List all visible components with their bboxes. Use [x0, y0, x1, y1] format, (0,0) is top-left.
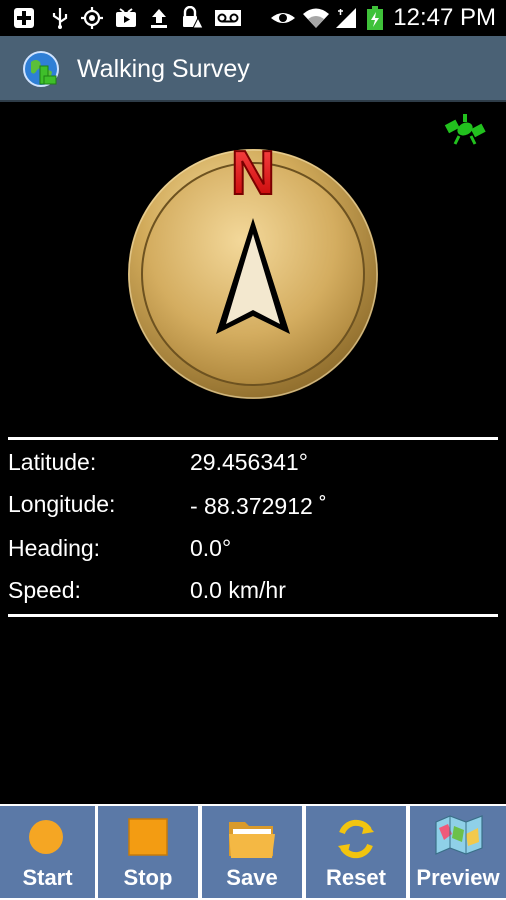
start-button[interactable]: Start [0, 806, 95, 898]
latitude-value: 29.456341° [190, 449, 308, 475]
app-title: Walking Survey [77, 55, 250, 83]
youtube-icon [116, 8, 136, 27]
clock-time: 12:47 PM [393, 4, 496, 31]
gps-icon [81, 7, 103, 29]
wifi-icon [303, 8, 329, 28]
reset-label: Reset [326, 865, 386, 890]
action-bar: Walking Survey [0, 36, 506, 102]
eye-icon [271, 13, 295, 23]
bottom-divider [8, 614, 498, 617]
longitude-label: Longitude: [8, 491, 116, 517]
usb-icon [52, 8, 68, 29]
battery-charging-icon [367, 6, 383, 30]
refresh-icon [338, 819, 374, 859]
start-circle-icon [29, 820, 63, 854]
stop-square-icon [128, 818, 168, 856]
heading-label: Heading: [8, 535, 101, 561]
speed-label: Speed: [8, 577, 81, 603]
lock-alert-icon [183, 6, 204, 29]
start-label: Start [22, 865, 73, 890]
satellite-icon [444, 114, 486, 145]
voicemail-icon [215, 10, 241, 26]
latitude-label: Latitude: [8, 449, 97, 475]
save-button[interactable]: Save [202, 806, 302, 898]
save-label: Save [226, 865, 278, 890]
longitude-value: - 88.372912 ˚ [190, 493, 327, 519]
bottom-toolbar: Start Stop Save Reset Preview [0, 804, 506, 900]
preview-button[interactable]: Preview [410, 806, 506, 898]
compass-north-label: N [231, 139, 276, 208]
reset-button[interactable]: Reset [306, 806, 406, 898]
upload-icon [151, 9, 167, 28]
globe-map-icon[interactable] [22, 50, 60, 88]
heading-value: 0.0° [190, 535, 232, 561]
top-divider [8, 437, 498, 440]
stop-label: Stop [123, 865, 173, 890]
status-bar: 12:47 PM [0, 0, 506, 36]
compass: N [128, 138, 378, 399]
speed-value: 0.0 km/hr [190, 577, 286, 603]
signal-icon [336, 8, 356, 28]
map-icon [435, 815, 483, 855]
preview-label: Preview [416, 865, 500, 890]
stop-button[interactable]: Stop [98, 806, 198, 898]
folder-icon [229, 822, 275, 858]
add-icon [14, 8, 34, 28]
